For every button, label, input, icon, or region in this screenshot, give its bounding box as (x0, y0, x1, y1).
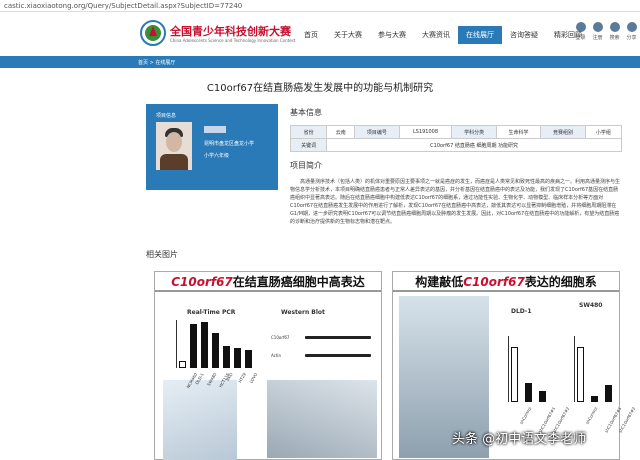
user-icon (575, 22, 586, 32)
chart-bar (605, 385, 612, 402)
student-photo (156, 122, 192, 170)
chart-bar (223, 346, 230, 368)
brand-title[interactable]: 全国青少年科技创新大赛 (170, 23, 291, 39)
table-cell: 竞赛组别 (540, 125, 586, 139)
chart-bar (245, 350, 252, 368)
blot-label: C10orf67 (271, 335, 290, 340)
chart-tick-label: shControl (584, 406, 599, 426)
header-tools: 登录 注册 搜索 分享 (574, 22, 638, 41)
grade-label: 小学六年级 (204, 153, 230, 159)
user-add-icon (592, 22, 603, 32)
nav-online-gallery[interactable]: 在线展厅 (458, 26, 502, 44)
figures-heading: 相关图片 (146, 250, 178, 259)
chart-bar (179, 361, 186, 368)
search-label: 搜索 (609, 35, 620, 41)
watermark-text: 头条 @初中语文李老师 (452, 432, 587, 447)
login-label: 登录 (575, 35, 586, 41)
chart-bar (539, 391, 546, 402)
intro-heading: 项目简介 (290, 161, 322, 170)
chart-axis (508, 336, 509, 402)
chart-tick-label: shControl (518, 406, 533, 426)
chart-bar (234, 348, 241, 368)
chart-bar (190, 324, 197, 368)
chart-axis (176, 320, 177, 368)
page-title: C10orf67在结直肠癌发生发展中的功能与机制研究 (206, 83, 434, 94)
panel-title: Western Blot (281, 309, 325, 316)
register-label: 注册 (592, 35, 603, 41)
chart-bar (591, 396, 598, 402)
search-icon (609, 22, 620, 32)
table-cell: 关键词 (289, 138, 328, 152)
register-button[interactable]: 注册 (591, 22, 604, 41)
share-button[interactable]: 分享 (625, 22, 638, 41)
panel-title: SW480 (579, 302, 603, 309)
student-name-blurred (204, 126, 226, 133)
lab-photo-pipette (163, 380, 237, 460)
figure-expression[interactable]: C10orf67在结直肠癌细胞中高表达 Real-Time PCR Wester… (154, 271, 382, 460)
contest-logo-icon (140, 20, 166, 46)
student-profile-card: 项目信息 昆明市盘龙区盘龙小学 小学六年级 (146, 104, 278, 190)
panel-title: DLD-1 (511, 308, 532, 315)
chart-bar (212, 333, 219, 368)
main-nav: 首页 关于大赛 参与大赛 大赛资讯 在线展厅 咨询答疑 精彩回顾 (296, 12, 590, 58)
search-button[interactable]: 搜索 (608, 22, 621, 41)
figure-title: 构建敲低C10orf67表达的细胞系 (393, 272, 619, 292)
blot-band (305, 354, 371, 357)
chart-axis (574, 336, 575, 402)
breadcrumb[interactable]: 首页 > 在线展厅 (138, 59, 175, 66)
login-button[interactable]: 登录 (574, 22, 587, 41)
blot-band (305, 336, 371, 339)
school-name: 昆明市盘龙区盘龙小学 (204, 141, 255, 147)
share-icon (626, 22, 637, 32)
table-cell: 项目编号 (354, 125, 400, 139)
nav-faq[interactable]: 咨询答疑 (502, 12, 546, 58)
chart-bar (577, 347, 584, 402)
chart-bar (525, 383, 532, 402)
nav-home[interactable]: 首页 (296, 12, 326, 58)
profile-heading: 项目信息 (156, 113, 177, 119)
nav-about[interactable]: 关于大赛 (326, 12, 370, 58)
share-label: 分享 (626, 35, 637, 41)
site-header: 全国青少年科技创新大赛 China Adolescents Science an… (0, 12, 640, 58)
table-cell: 学科分类 (451, 125, 497, 139)
table-cell: C10orf67 结直肠癌 细胞周期 功能研究 (326, 138, 622, 152)
intro-text: 高通量测序技术（包括人类）的机体对重要原因主要事项之一就是癌症的发生，而癌症是人… (290, 179, 621, 225)
brand-subtitle: China Adolescents Science and Technology… (170, 38, 296, 43)
chart-bar (201, 322, 208, 368)
lab-photo-computer (267, 380, 377, 458)
table-cell: 小学组 (584, 125, 623, 139)
chart-tick-label: HT29 (237, 372, 247, 384)
basic-info-table: 省份 云南 项目编号 LS191008 学科分类 生命科学 竞赛组别 小学组 关… (289, 125, 623, 152)
blot-label: Actin (271, 353, 282, 358)
chart-bar (511, 347, 518, 402)
table-cell: LS191008 (398, 125, 453, 139)
figure-title: C10orf67在结直肠癌细胞中高表达 (155, 272, 381, 292)
table-cell: 省份 (289, 125, 328, 139)
table-cell: 生命科学 (495, 125, 542, 139)
panel-title: Real-Time PCR (187, 309, 236, 316)
url-bar[interactable]: castic.xiaoxiaotong.org/Query/SubjectDet… (0, 0, 640, 12)
nav-participate[interactable]: 参与大赛 (370, 12, 414, 58)
breadcrumb-bar: 首页 > 在线展厅 (0, 58, 640, 68)
nav-news[interactable]: 大赛资讯 (414, 12, 458, 58)
basic-info-heading: 基本信息 (290, 108, 322, 117)
table-cell: 云南 (326, 125, 356, 139)
chart-tick-label: LOVO (248, 372, 259, 385)
